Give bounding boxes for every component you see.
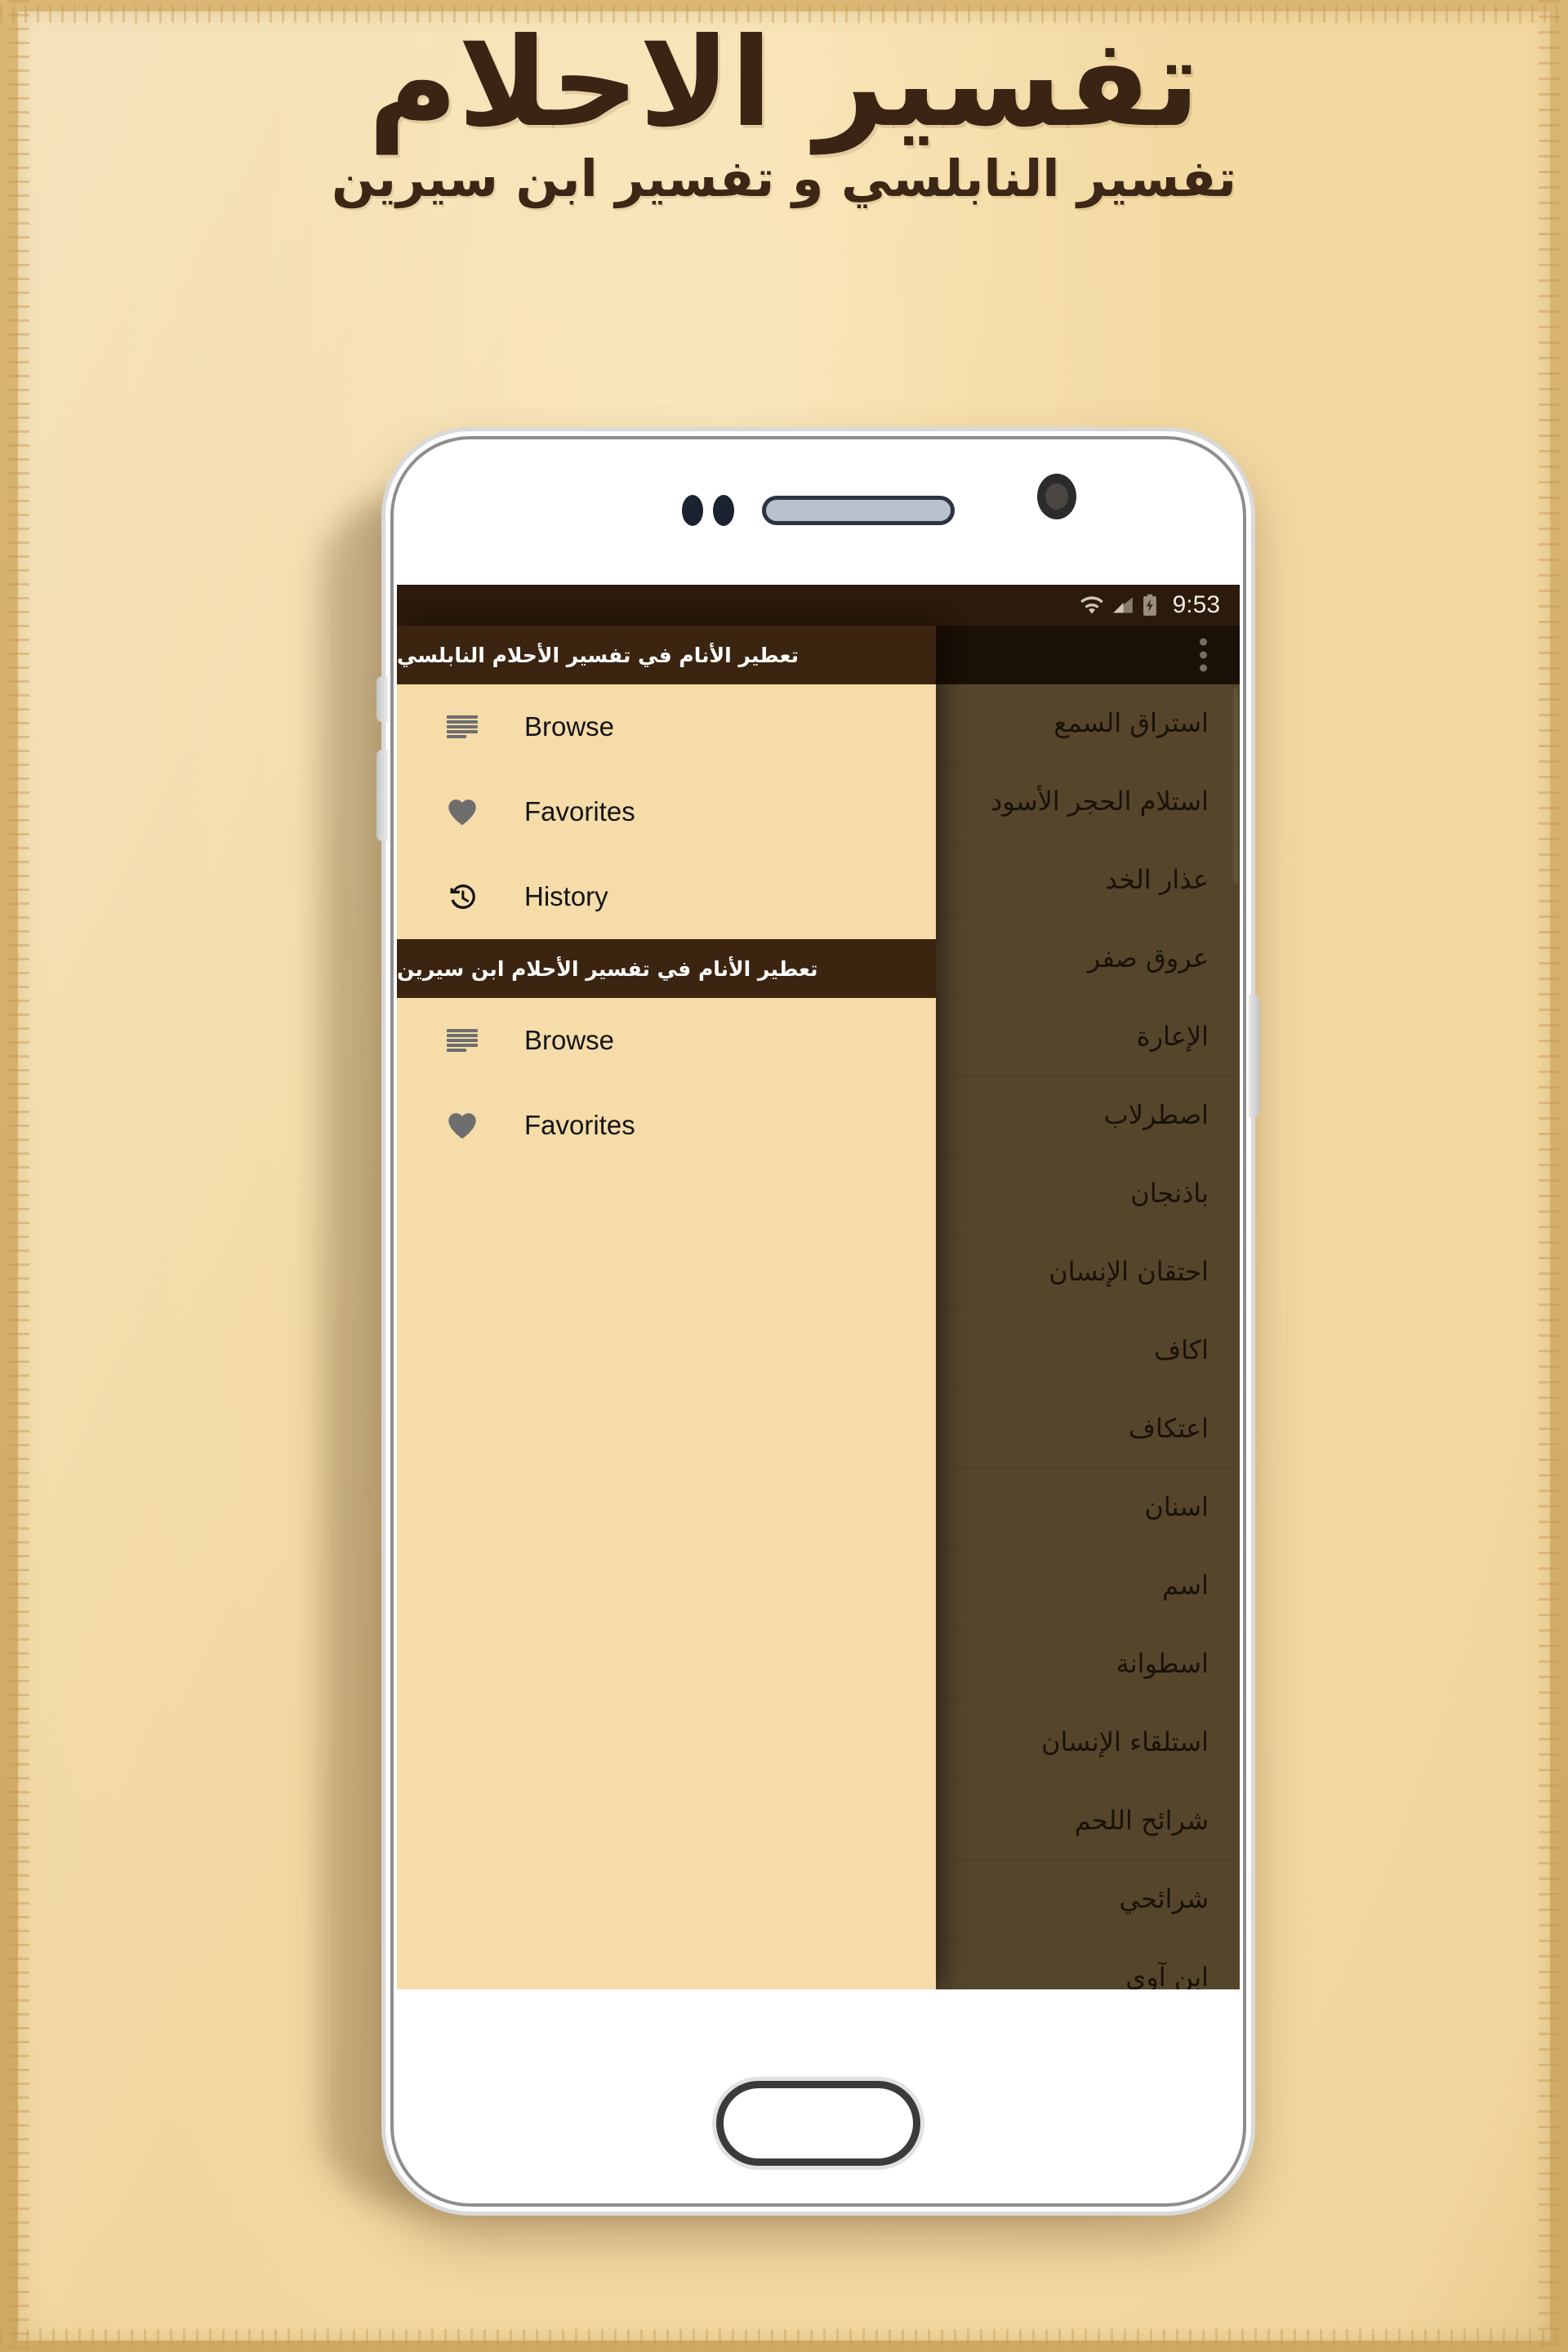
volume-down-button[interactable] — [376, 750, 388, 841]
status-bar: 9:53 — [397, 585, 1240, 626]
proximity-sensor-icon — [682, 495, 703, 526]
drawer-item-label: Favorites — [524, 796, 635, 826]
list-icon — [439, 1018, 485, 1063]
drawer-item-label: Browse — [524, 1025, 615, 1055]
navigation-drawer: تعطير الأنام في تفسير الأحلام النابلسي Br… — [397, 626, 936, 1989]
home-button[interactable] — [716, 2081, 920, 2166]
drawer-item-history[interactable]: History — [397, 854, 936, 939]
phone-top-hardware — [385, 482, 1251, 539]
battery-charging-icon — [1143, 594, 1156, 616]
heart-icon — [439, 789, 485, 835]
app-screen-body: استراق السمع استلام الحجر الأسود عذار الخد… — [397, 626, 1240, 1989]
volume-up-button[interactable] — [376, 676, 388, 722]
history-icon — [439, 874, 485, 920]
drawer-item-label: Favorites — [524, 1110, 635, 1140]
list-scrollbar[interactable] — [1233, 688, 1238, 884]
promo-headline-block: تفسير الاحلام تفسير النابلسي و تفسير ابن… — [0, 0, 1568, 209]
earpiece-speaker — [762, 496, 955, 525]
power-button[interactable] — [1249, 995, 1260, 1117]
camera-lens — [1045, 483, 1068, 510]
wifi-icon — [1080, 596, 1103, 614]
overflow-dot — [1200, 651, 1207, 659]
signal-icon — [1112, 597, 1133, 613]
heart-icon — [439, 1102, 485, 1148]
drawer-item-label: History — [524, 881, 608, 911]
drawer-item-label: Browse — [524, 711, 615, 742]
list-icon — [439, 704, 485, 750]
status-bar-icons — [1080, 594, 1158, 617]
overflow-menu-icon[interactable] — [1195, 634, 1212, 677]
promo-subtitle: تفسير النابلسي و تفسير ابن سيرين — [332, 149, 1236, 208]
drawer-section-header: تعطير الأنام في تفسير الأحلام النابلسي — [397, 626, 936, 684]
promo-title: تفسير الاحلام — [368, 12, 1202, 154]
overflow-dot — [1200, 664, 1207, 672]
light-sensor-icon — [713, 495, 734, 526]
overflow-dot — [1200, 638, 1207, 646]
status-bar-clock: 9:53 — [1172, 591, 1220, 618]
drawer-item-browse[interactable]: Browse — [397, 684, 936, 769]
drawer-item-browse[interactable]: Browse — [397, 998, 936, 1083]
drawer-section-header: تعطير الأنام في تفسير الأحلام ابن سيرين — [397, 939, 936, 998]
drawer-item-favorites[interactable]: Favorites — [397, 769, 936, 854]
drawer-item-favorites[interactable]: Favorites — [397, 1083, 936, 1168]
front-camera-icon — [1037, 474, 1076, 519]
phone-screen: 9:53 استراق السمع استلام الحجر الأسود عذار… — [397, 585, 1240, 1989]
phone-mockup: 9:53 استراق السمع استلام الحجر الأسود عذار… — [376, 431, 1260, 2212]
